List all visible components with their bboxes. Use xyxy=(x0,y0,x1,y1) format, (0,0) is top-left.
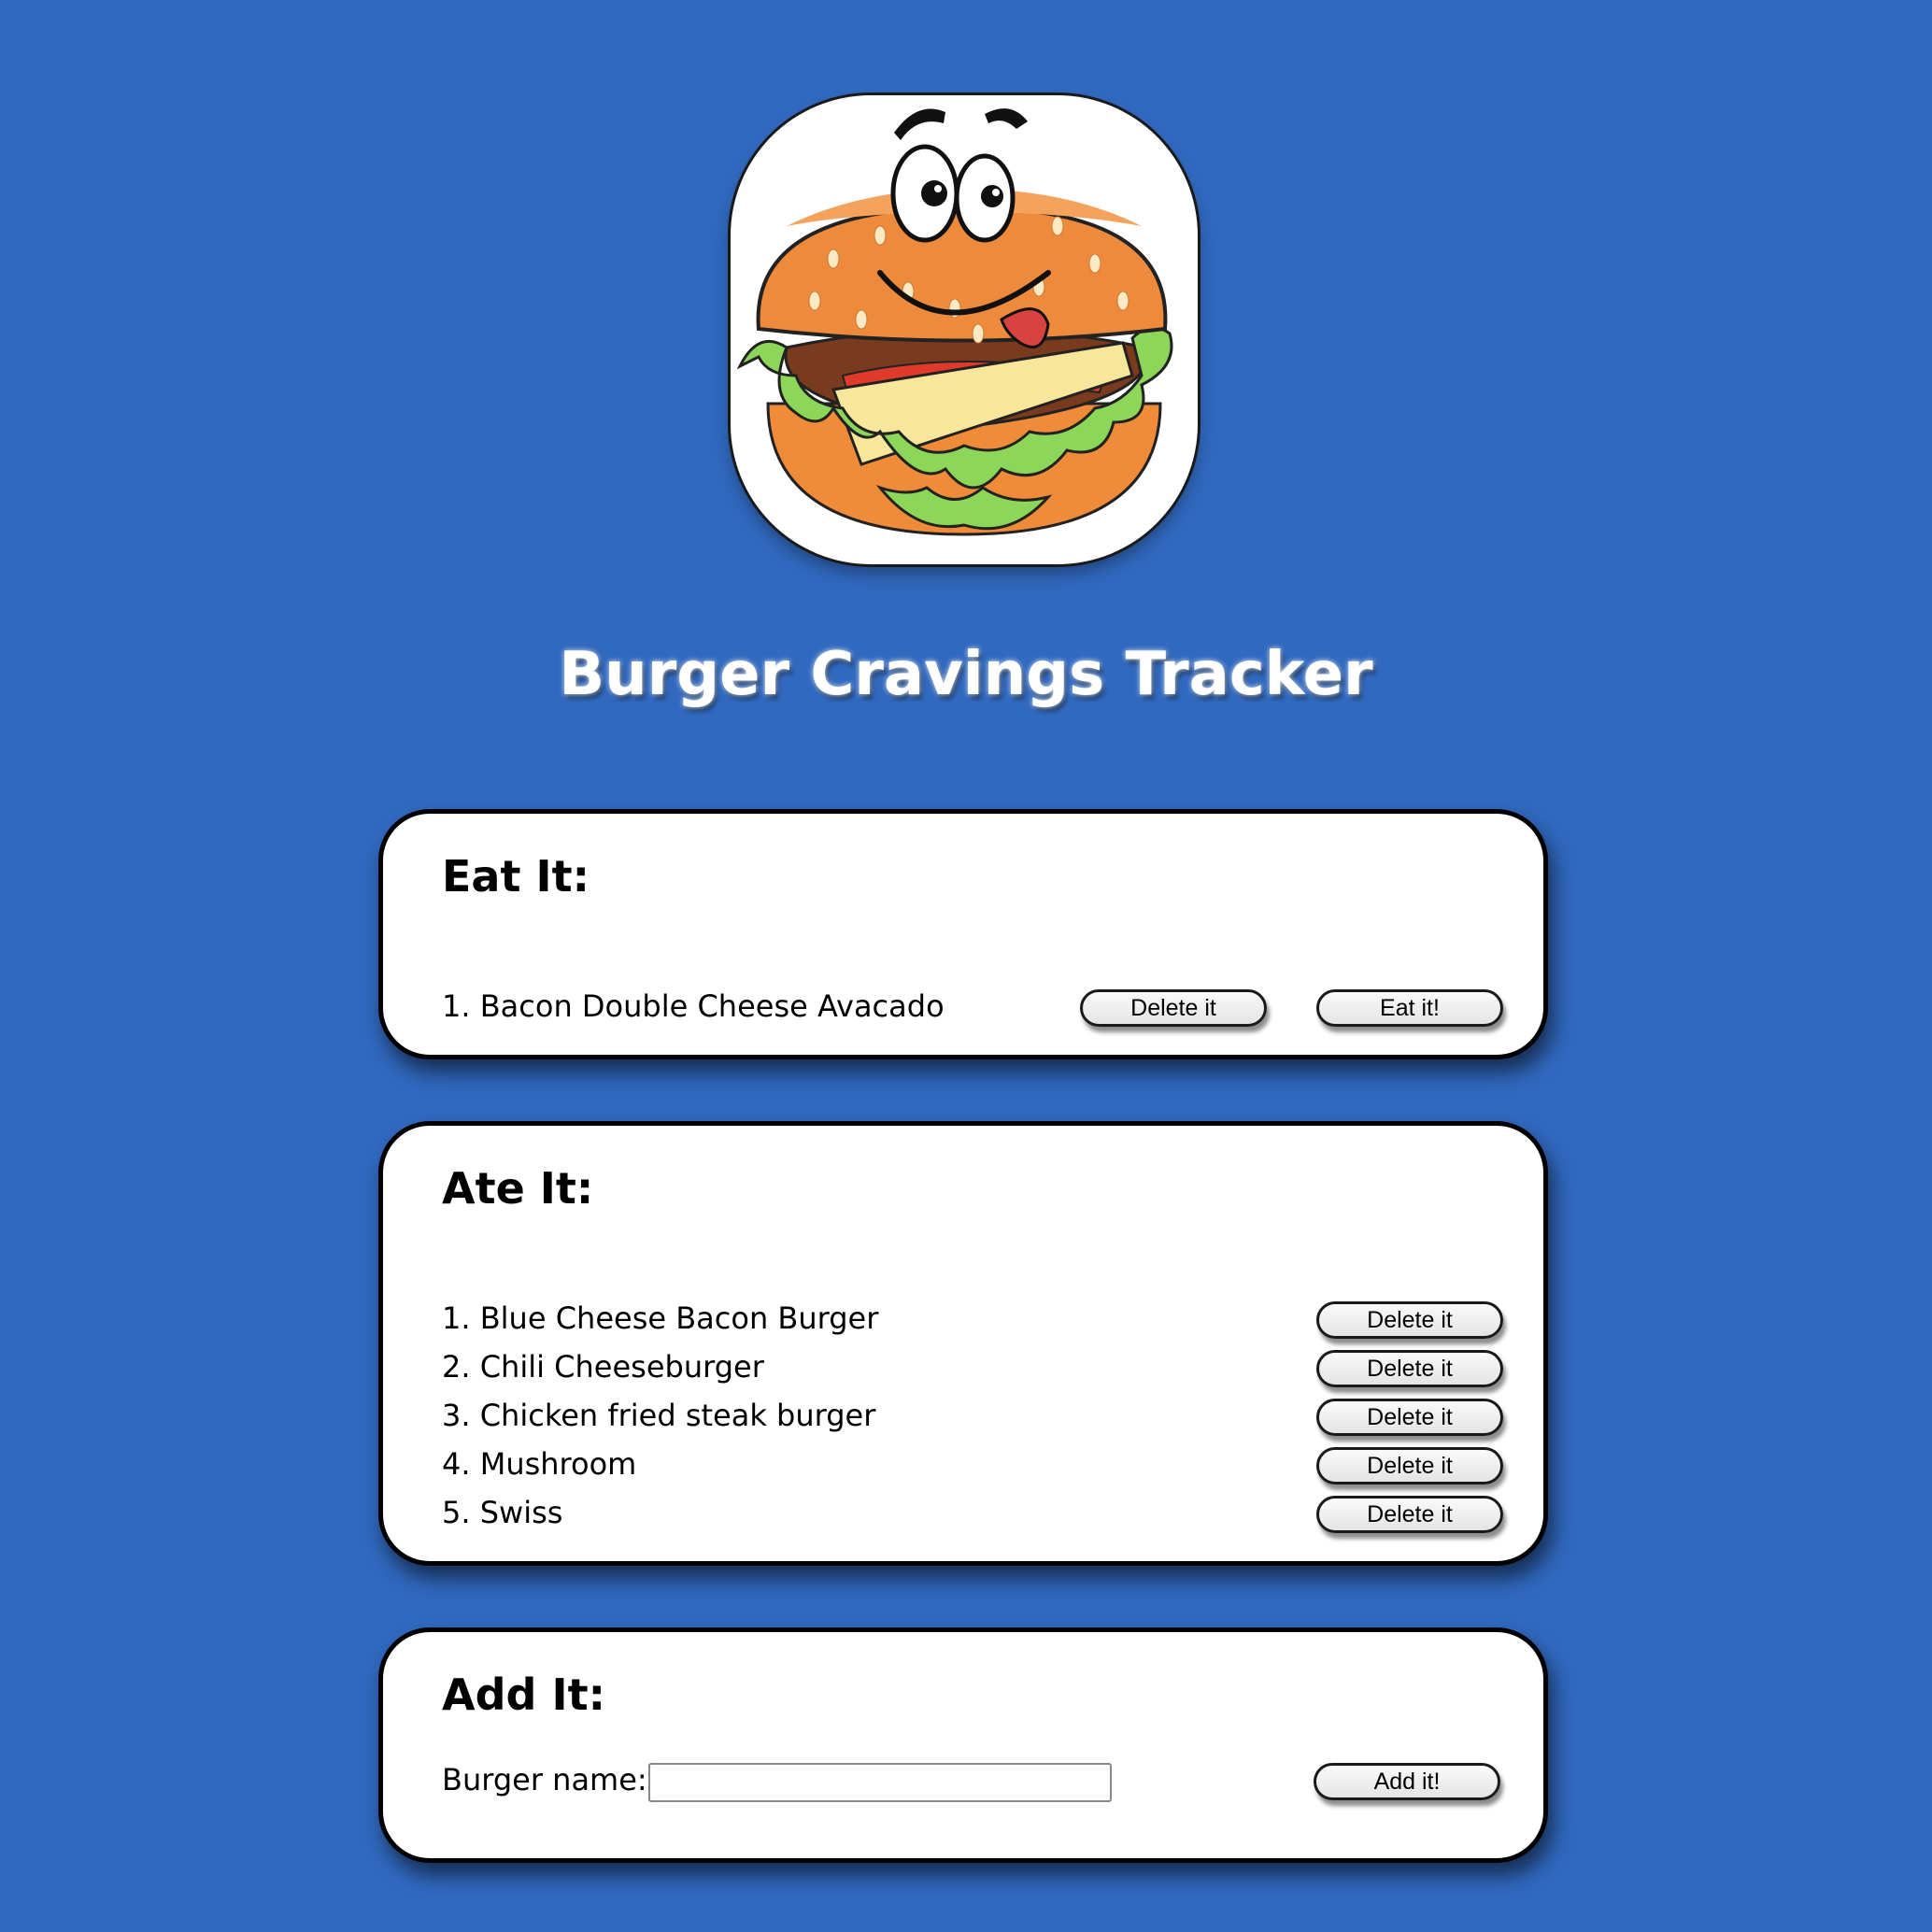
delete-button[interactable]: Delete it xyxy=(1316,1496,1503,1533)
add-button[interactable]: Add it! xyxy=(1314,1763,1500,1800)
delete-button[interactable]: Delete it xyxy=(1316,1399,1503,1436)
delete-button[interactable]: Delete it xyxy=(1316,1301,1503,1339)
list-item: 5. Swiss Delete it xyxy=(442,1492,1503,1533)
ate-it-heading: Ate It: xyxy=(442,1163,594,1214)
burger-name: 2. Chili Cheeseburger xyxy=(442,1349,764,1385)
add-it-card: Add It: Burger name: Add it! xyxy=(378,1627,1548,1863)
delete-button[interactable]: Delete it xyxy=(1316,1447,1503,1485)
page-title: Burger Cravings Tracker xyxy=(559,640,1373,709)
list-item: 1. Bacon Double Cheese Avacado Delete it… xyxy=(442,986,1503,1027)
list-item: 4. Mushroom Delete it xyxy=(442,1443,1503,1485)
burger-name: 1. Blue Cheese Bacon Burger xyxy=(442,1300,879,1336)
ate-it-card: Ate It: 1. Blue Cheese Bacon Burger Dele… xyxy=(378,1121,1548,1566)
list-item: 3. Chicken fried steak burger Delete it xyxy=(442,1395,1503,1436)
eat-button[interactable]: Eat it! xyxy=(1316,989,1503,1027)
burger-logo xyxy=(731,95,1198,564)
add-it-heading: Add It: xyxy=(442,1669,605,1720)
cartoon-burger-icon xyxy=(736,108,1173,536)
list-item: 1. Blue Cheese Bacon Burger Delete it xyxy=(442,1298,1503,1339)
burger-name: 4. Mushroom xyxy=(442,1446,637,1482)
eat-it-card: Eat It: 1. Bacon Double Cheese Avacado D… xyxy=(378,809,1548,1059)
burger-name: 3. Chicken fried steak burger xyxy=(442,1398,876,1433)
burger-name: 5. Swiss xyxy=(442,1495,563,1530)
burger-name-label: Burger name: xyxy=(442,1762,647,1797)
burger-name-input[interactable] xyxy=(648,1763,1112,1802)
eat-it-heading: Eat It: xyxy=(442,851,590,902)
list-item: 2. Chili Cheeseburger Delete it xyxy=(442,1346,1503,1387)
delete-button[interactable]: Delete it xyxy=(1080,989,1267,1027)
delete-button[interactable]: Delete it xyxy=(1316,1350,1503,1387)
burger-name: 1. Bacon Double Cheese Avacado xyxy=(442,988,945,1024)
